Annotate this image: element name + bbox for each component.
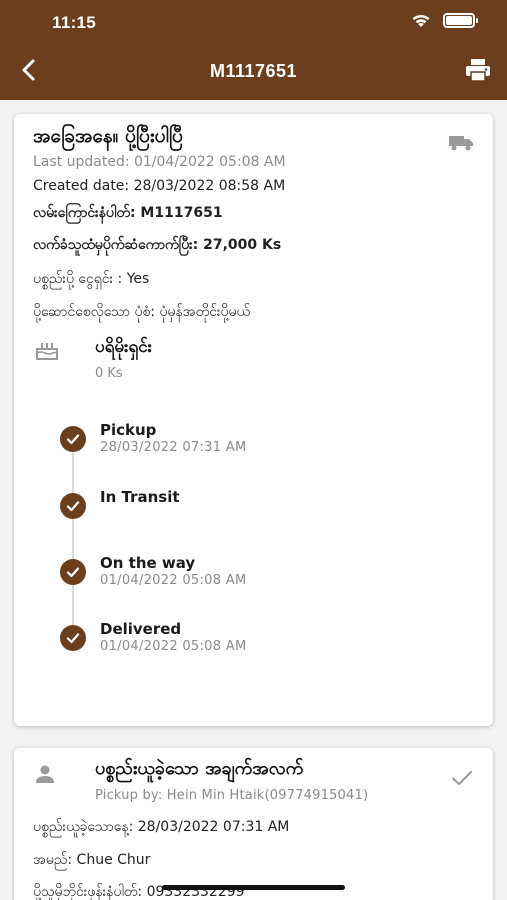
home-indicator[interactable] — [162, 885, 345, 890]
timeline-date: 01/04/2022 05:08 AM — [100, 573, 247, 588]
timeline-connector — [72, 438, 74, 638]
check-circle-icon — [60, 426, 86, 452]
timeline-step-pickup: Pickup 28/03/2022 07:31 AM — [58, 420, 458, 460]
order-status-card: အခြေအနေ။ ပို့ပြီးပါပြီ Last updated: 01/… — [14, 114, 493, 726]
timeline-step-on-the-way: On the way 01/04/2022 05:08 AM — [58, 553, 458, 593]
pickup-info-title: ပစ္စည်းယူခဲ့သော အချက်အလက် — [95, 758, 304, 779]
check-circle-icon — [60, 493, 86, 519]
timeline-step-in-transit: In Transit — [58, 487, 458, 527]
prepaid-status: ပစ္စည်းပို့ ငွေရှင်း : Yes — [33, 271, 150, 287]
status-time: 11:15 — [52, 13, 97, 32]
tracking-number: လမ်းကြောင်းနံပါတ်: M1117651 — [33, 205, 223, 221]
cod-amount: လက်ခံသူထံမှပိုက်ဆံကောက်ပြီး: 27,000 Ks — [33, 237, 282, 253]
pickup-by: Pickup by: Hein Min Htaik(09774915041) — [95, 788, 369, 803]
battery-icon — [443, 13, 478, 28]
person-icon — [35, 764, 55, 788]
page-title: M1117651 — [209, 61, 298, 81]
check-circle-icon — [60, 559, 86, 585]
pickup-date: ပစ္စည်းယူခဲ့သောနေ့: 28/03/2022 07:31 AM — [33, 819, 290, 835]
timeline-step-delivered: Delivered 01/04/2022 05:08 AM — [58, 619, 458, 659]
app-header: 11:15 M1117651 — [0, 0, 507, 100]
delivery-mode: ပို့ဆောင်စေလိုသော ပုံစံ: ပုံမှန်အတိုင်းပ… — [33, 304, 251, 320]
timeline-label: On the way — [100, 554, 196, 572]
pickup-info-card: ပစ္စည်းယူခဲ့သော အချက်အလက် Pickup by: Hei… — [14, 748, 493, 900]
status-title: အခြေအနေ။ ပို့ပြီးပါပြီ — [33, 125, 183, 147]
check-circle-icon — [60, 625, 86, 651]
print-button[interactable] — [463, 58, 493, 86]
sender-name: အမည်: Chue Chur — [33, 852, 151, 868]
cake-icon — [35, 340, 59, 364]
extra-charge-amount: 0 Ks — [95, 366, 123, 381]
last-updated: Last updated: 01/04/2022 05:08 AM — [33, 154, 286, 170]
timeline-date: 28/03/2022 07:31 AM — [100, 440, 247, 455]
timeline-label: In Transit — [100, 488, 180, 506]
created-date: Created date: 28/03/2022 08:58 AM — [33, 178, 286, 194]
check-icon — [451, 770, 473, 790]
timeline-label: Delivered — [100, 620, 182, 638]
wifi-icon — [411, 13, 431, 28]
status-icons — [411, 13, 478, 28]
truck-icon — [448, 134, 474, 155]
printer-icon — [465, 58, 491, 86]
extra-charge-title: ပရိမိုးရှင်း — [95, 337, 152, 357]
timeline-date: 01/04/2022 05:08 AM — [100, 639, 247, 654]
timeline-label: Pickup — [100, 421, 157, 439]
